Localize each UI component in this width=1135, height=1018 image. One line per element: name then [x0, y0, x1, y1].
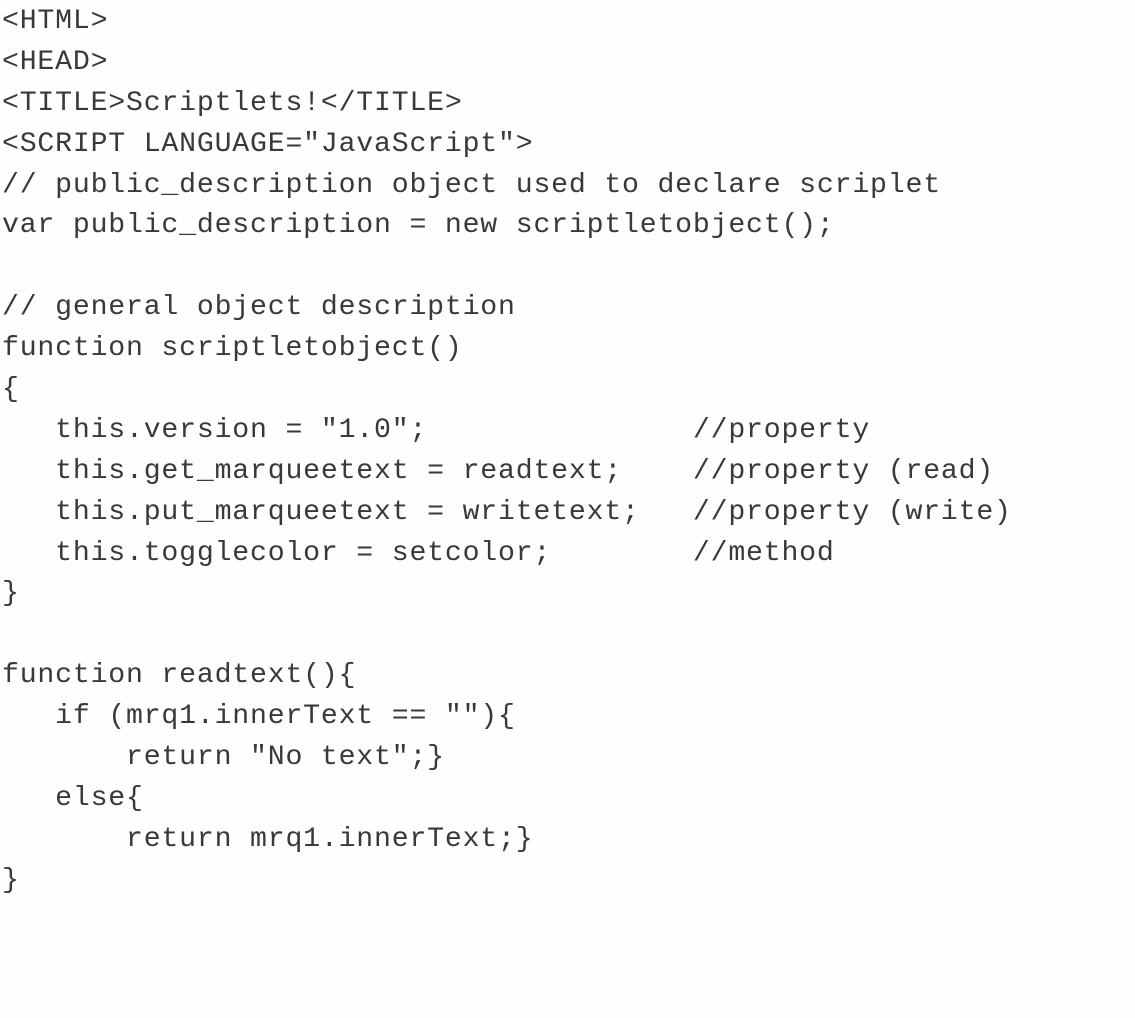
code-listing: <HTML> <HEAD> <TITLE>Scriptlets!</TITLE>…: [0, 0, 1135, 902]
